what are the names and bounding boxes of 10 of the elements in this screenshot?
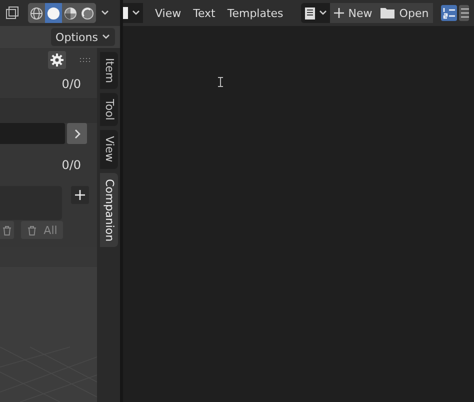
- count-label: 0/0: [62, 77, 81, 91]
- sidebar-tab[interactable]: Tool: [100, 93, 118, 126]
- options-dropdown[interactable]: Options: [50, 28, 115, 46]
- count-label: 0/0: [62, 158, 81, 172]
- menu-item[interactable]: Templates: [227, 6, 284, 20]
- menu-item[interactable]: View: [155, 6, 182, 20]
- sidebar-tab[interactable]: View: [100, 130, 118, 169]
- sidebar-tab[interactable]: Item: [100, 52, 118, 90]
- sidebar-tab[interactable]: Companion: [100, 172, 118, 248]
- menu-item[interactable]: Text: [193, 6, 216, 20]
